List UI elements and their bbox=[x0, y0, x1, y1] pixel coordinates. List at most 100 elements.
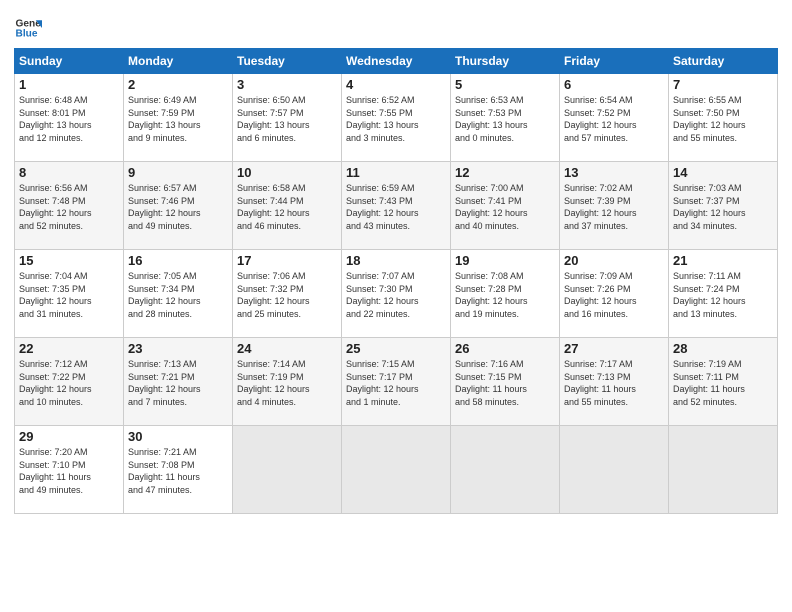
day-number: 24 bbox=[237, 341, 337, 356]
day-info: Sunrise: 7:15 AM Sunset: 7:17 PM Dayligh… bbox=[346, 358, 446, 408]
col-header-thursday: Thursday bbox=[451, 49, 560, 74]
calendar-table: SundayMondayTuesdayWednesdayThursdayFrid… bbox=[14, 48, 778, 514]
day-cell: 24 Sunrise: 7:14 AM Sunset: 7:19 PM Dayli… bbox=[233, 338, 342, 426]
day-cell bbox=[560, 426, 669, 514]
main-container: General Blue SundayMondayTuesdayWednesda… bbox=[0, 0, 792, 524]
day-cell: 19 Sunrise: 7:08 AM Sunset: 7:28 PM Dayli… bbox=[451, 250, 560, 338]
week-row-3: 15 Sunrise: 7:04 AM Sunset: 7:35 PM Dayli… bbox=[15, 250, 778, 338]
day-number: 21 bbox=[673, 253, 773, 268]
day-info: Sunrise: 7:12 AM Sunset: 7:22 PM Dayligh… bbox=[19, 358, 119, 408]
day-cell bbox=[233, 426, 342, 514]
day-info: Sunrise: 7:07 AM Sunset: 7:30 PM Dayligh… bbox=[346, 270, 446, 320]
day-info: Sunrise: 7:08 AM Sunset: 7:28 PM Dayligh… bbox=[455, 270, 555, 320]
day-cell bbox=[451, 426, 560, 514]
day-number: 18 bbox=[346, 253, 446, 268]
day-number: 10 bbox=[237, 165, 337, 180]
day-cell: 16Sunrise: 7:05 AM Sunset: 7:34 PM Dayli… bbox=[124, 250, 233, 338]
day-number: 27 bbox=[564, 341, 664, 356]
day-number: 6 bbox=[564, 77, 664, 92]
day-info: Sunrise: 7:17 AM Sunset: 7:13 PM Dayligh… bbox=[564, 358, 664, 408]
day-cell: 26 Sunrise: 7:16 AM Sunset: 7:15 PM Dayli… bbox=[451, 338, 560, 426]
day-info: Sunrise: 7:19 AM Sunset: 7:11 PM Dayligh… bbox=[673, 358, 773, 408]
svg-text:Blue: Blue bbox=[16, 29, 38, 40]
day-number: 9 bbox=[128, 165, 228, 180]
day-info: Sunrise: 6:50 AM Sunset: 7:57 PM Dayligh… bbox=[237, 94, 337, 144]
col-header-tuesday: Tuesday bbox=[233, 49, 342, 74]
day-cell: 8 Sunrise: 6:56 AM Sunset: 7:48 PM Daylig… bbox=[15, 162, 124, 250]
day-info: Sunrise: 7:09 AM Sunset: 7:26 PM Dayligh… bbox=[564, 270, 664, 320]
day-cell: 18 Sunrise: 7:07 AM Sunset: 7:30 PM Dayli… bbox=[342, 250, 451, 338]
day-number: 13 bbox=[564, 165, 664, 180]
day-cell: 15 Sunrise: 7:04 AM Sunset: 7:35 PM Dayli… bbox=[15, 250, 124, 338]
day-info: Sunrise: 7:20 AM Sunset: 7:10 PM Dayligh… bbox=[19, 446, 119, 496]
col-header-monday: Monday bbox=[124, 49, 233, 74]
day-info: Sunrise: 6:52 AM Sunset: 7:55 PM Dayligh… bbox=[346, 94, 446, 144]
day-cell: 22 Sunrise: 7:12 AM Sunset: 7:22 PM Dayli… bbox=[15, 338, 124, 426]
day-info: Sunrise: 7:14 AM Sunset: 7:19 PM Dayligh… bbox=[237, 358, 337, 408]
day-cell: 4 Sunrise: 6:52 AM Sunset: 7:55 PM Daylig… bbox=[342, 74, 451, 162]
col-header-wednesday: Wednesday bbox=[342, 49, 451, 74]
day-info: Sunrise: 7:03 AM Sunset: 7:37 PM Dayligh… bbox=[673, 182, 773, 232]
day-info: Sunrise: 7:13 AM Sunset: 7:21 PM Dayligh… bbox=[128, 358, 228, 408]
day-cell: 7 Sunrise: 6:55 AM Sunset: 7:50 PM Daylig… bbox=[669, 74, 778, 162]
day-cell: 10Sunrise: 6:58 AM Sunset: 7:44 PM Dayli… bbox=[233, 162, 342, 250]
day-info: Sunrise: 6:54 AM Sunset: 7:52 PM Dayligh… bbox=[564, 94, 664, 144]
day-cell: 5 Sunrise: 6:53 AM Sunset: 7:53 PM Daylig… bbox=[451, 74, 560, 162]
day-cell: 6 Sunrise: 6:54 AM Sunset: 7:52 PM Daylig… bbox=[560, 74, 669, 162]
day-info: Sunrise: 7:04 AM Sunset: 7:35 PM Dayligh… bbox=[19, 270, 119, 320]
day-number: 29 bbox=[19, 429, 119, 444]
day-cell: 29 Sunrise: 7:20 AM Sunset: 7:10 PM Dayli… bbox=[15, 426, 124, 514]
day-number: 25 bbox=[346, 341, 446, 356]
col-header-saturday: Saturday bbox=[669, 49, 778, 74]
day-info: Sunrise: 7:06 AM Sunset: 7:32 PM Dayligh… bbox=[237, 270, 337, 320]
day-cell: 17Sunrise: 7:06 AM Sunset: 7:32 PM Dayli… bbox=[233, 250, 342, 338]
day-cell: 2Sunrise: 6:49 AM Sunset: 7:59 PM Daylig… bbox=[124, 74, 233, 162]
col-header-friday: Friday bbox=[560, 49, 669, 74]
week-row-2: 8 Sunrise: 6:56 AM Sunset: 7:48 PM Daylig… bbox=[15, 162, 778, 250]
day-info: Sunrise: 6:57 AM Sunset: 7:46 PM Dayligh… bbox=[128, 182, 228, 232]
day-info: Sunrise: 6:56 AM Sunset: 7:48 PM Dayligh… bbox=[19, 182, 119, 232]
day-cell: 21 Sunrise: 7:11 AM Sunset: 7:24 PM Dayli… bbox=[669, 250, 778, 338]
day-info: Sunrise: 7:21 AM Sunset: 7:08 PM Dayligh… bbox=[128, 446, 228, 496]
day-number: 12 bbox=[455, 165, 555, 180]
logo: General Blue bbox=[14, 14, 46, 42]
day-info: Sunrise: 7:16 AM Sunset: 7:15 PM Dayligh… bbox=[455, 358, 555, 408]
day-number: 8 bbox=[19, 165, 119, 180]
day-info: Sunrise: 7:05 AM Sunset: 7:34 PM Dayligh… bbox=[128, 270, 228, 320]
day-number: 14 bbox=[673, 165, 773, 180]
day-number: 7 bbox=[673, 77, 773, 92]
day-number: 15 bbox=[19, 253, 119, 268]
day-cell bbox=[669, 426, 778, 514]
day-cell: 11 Sunrise: 6:59 AM Sunset: 7:43 PM Dayli… bbox=[342, 162, 451, 250]
day-cell: 9 Sunrise: 6:57 AM Sunset: 7:46 PM Daylig… bbox=[124, 162, 233, 250]
day-info: Sunrise: 6:53 AM Sunset: 7:53 PM Dayligh… bbox=[455, 94, 555, 144]
day-cell: 27 Sunrise: 7:17 AM Sunset: 7:13 PM Dayli… bbox=[560, 338, 669, 426]
day-cell: 28 Sunrise: 7:19 AM Sunset: 7:11 PM Dayli… bbox=[669, 338, 778, 426]
day-number: 20 bbox=[564, 253, 664, 268]
day-cell: 12Sunrise: 7:00 AM Sunset: 7:41 PM Dayli… bbox=[451, 162, 560, 250]
day-number: 19 bbox=[455, 253, 555, 268]
day-info: Sunrise: 6:48 AM Sunset: 8:01 PM Dayligh… bbox=[19, 94, 119, 144]
day-info: Sunrise: 6:55 AM Sunset: 7:50 PM Dayligh… bbox=[673, 94, 773, 144]
day-info: Sunrise: 6:49 AM Sunset: 7:59 PM Dayligh… bbox=[128, 94, 228, 144]
day-number: 22 bbox=[19, 341, 119, 356]
day-number: 23 bbox=[128, 341, 228, 356]
day-cell: 25 Sunrise: 7:15 AM Sunset: 7:17 PM Dayli… bbox=[342, 338, 451, 426]
day-info: Sunrise: 7:02 AM Sunset: 7:39 PM Dayligh… bbox=[564, 182, 664, 232]
day-cell: 20 Sunrise: 7:09 AM Sunset: 7:26 PM Dayli… bbox=[560, 250, 669, 338]
day-number: 11 bbox=[346, 165, 446, 180]
day-cell: 3 Sunrise: 6:50 AM Sunset: 7:57 PM Daylig… bbox=[233, 74, 342, 162]
day-info: Sunrise: 6:59 AM Sunset: 7:43 PM Dayligh… bbox=[346, 182, 446, 232]
header-row: SundayMondayTuesdayWednesdayThursdayFrid… bbox=[15, 49, 778, 74]
week-row-1: 1Sunrise: 6:48 AM Sunset: 8:01 PM Daylig… bbox=[15, 74, 778, 162]
day-number: 4 bbox=[346, 77, 446, 92]
day-number: 3 bbox=[237, 77, 337, 92]
header: General Blue bbox=[14, 10, 778, 42]
day-cell: 1Sunrise: 6:48 AM Sunset: 8:01 PM Daylig… bbox=[15, 74, 124, 162]
week-row-5: 29 Sunrise: 7:20 AM Sunset: 7:10 PM Dayli… bbox=[15, 426, 778, 514]
day-number: 30 bbox=[128, 429, 228, 444]
day-info: Sunrise: 7:11 AM Sunset: 7:24 PM Dayligh… bbox=[673, 270, 773, 320]
day-number: 28 bbox=[673, 341, 773, 356]
day-number: 5 bbox=[455, 77, 555, 92]
day-number: 26 bbox=[455, 341, 555, 356]
